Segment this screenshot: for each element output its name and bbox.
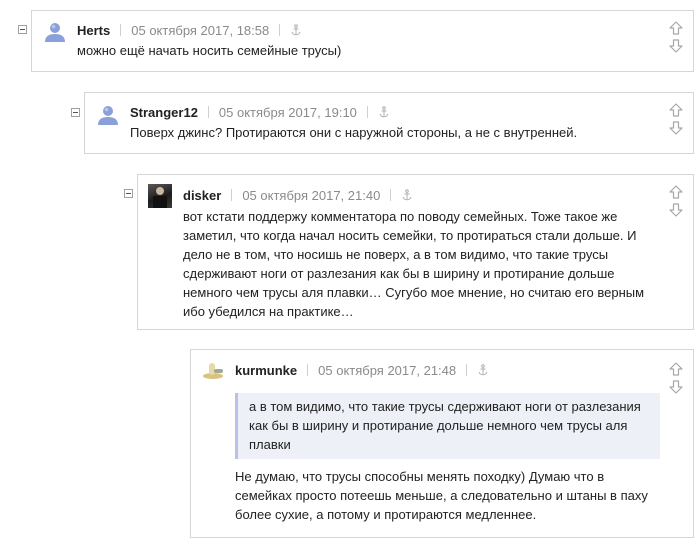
comment-text-body: можно ещё начать носить семейные трусы) bbox=[77, 43, 342, 58]
vote-controls bbox=[669, 185, 683, 223]
comment-kurmunke: kurmunke 05 октября 2017, 21:48 а в том … bbox=[190, 349, 694, 538]
username[interactable]: Herts bbox=[77, 23, 110, 38]
default-user-avatar[interactable] bbox=[96, 103, 120, 127]
anchor-link-icon[interactable] bbox=[290, 24, 302, 36]
collapse-minus-icon[interactable] bbox=[18, 25, 27, 34]
comment-text: Не думаю, что трусы способны менять похо… bbox=[235, 467, 655, 524]
username[interactable]: Stranger12 bbox=[130, 105, 198, 120]
comment-date[interactable]: 05 октября 2017, 19:10 bbox=[219, 105, 357, 120]
comment-date[interactable]: 05 октября 2017, 21:48 bbox=[318, 363, 456, 378]
separator bbox=[307, 364, 309, 376]
quoted-text: а в том видимо, что такие трусы сдержива… bbox=[235, 393, 660, 459]
photo-avatar[interactable] bbox=[148, 184, 172, 208]
anchor-link-icon[interactable] bbox=[477, 364, 489, 376]
anchor-link-icon[interactable] bbox=[378, 106, 390, 118]
collapse-minus-icon[interactable] bbox=[124, 189, 133, 198]
separator bbox=[207, 106, 209, 118]
arrow-down-icon[interactable] bbox=[669, 380, 683, 394]
arrow-down-icon[interactable] bbox=[669, 39, 683, 53]
username[interactable]: kurmunke bbox=[235, 363, 297, 378]
comment-text-body: вот кстати поддержу комментатора по пово… bbox=[183, 209, 645, 319]
anchor-link-icon[interactable] bbox=[401, 189, 413, 201]
comment-disker: disker 05 октября 2017, 21:40 вот кстати… bbox=[137, 174, 694, 330]
comment-stranger12: Stranger12 05 октября 2017, 19:10 Поверх… bbox=[84, 92, 694, 154]
vote-controls bbox=[669, 21, 683, 59]
comment-herts: Herts 05 октября 2017, 18:58 можно ещё н… bbox=[31, 10, 694, 72]
separator bbox=[466, 364, 468, 376]
comment-header: kurmunke 05 октября 2017, 21:48 bbox=[235, 361, 489, 379]
comment-header: Herts 05 октября 2017, 18:58 bbox=[77, 21, 302, 39]
separator bbox=[231, 189, 233, 201]
vote-controls bbox=[669, 103, 683, 141]
arrow-up-icon[interactable] bbox=[669, 362, 683, 376]
comment-date[interactable]: 05 октября 2017, 21:40 bbox=[242, 188, 380, 203]
arrow-up-icon[interactable] bbox=[669, 21, 683, 35]
comment-text-body: Не думаю, что трусы способны менять похо… bbox=[235, 469, 648, 522]
arrow-down-icon[interactable] bbox=[669, 203, 683, 217]
username[interactable]: disker bbox=[183, 188, 221, 203]
comment-text: можно ещё начать носить семейные трусы) bbox=[77, 41, 657, 60]
separator bbox=[279, 24, 281, 36]
separator bbox=[120, 24, 122, 36]
comment-text: Поверх джинс? Протираются они с наружной… bbox=[130, 123, 660, 142]
comment-text: вот кстати поддержу комментатора по пово… bbox=[183, 207, 663, 321]
image-avatar[interactable] bbox=[200, 359, 226, 383]
collapse-minus-icon[interactable] bbox=[71, 108, 80, 117]
comment-text-body: Поверх джинс? Протираются они с наружной… bbox=[130, 125, 578, 140]
default-user-avatar[interactable] bbox=[43, 20, 67, 44]
separator bbox=[366, 106, 368, 118]
separator bbox=[390, 189, 392, 201]
quote-body: а в том видимо, что такие трусы сдержива… bbox=[249, 399, 641, 452]
arrow-up-icon[interactable] bbox=[669, 103, 683, 117]
comment-header: Stranger12 05 октября 2017, 19:10 bbox=[130, 103, 390, 121]
arrow-up-icon[interactable] bbox=[669, 185, 683, 199]
arrow-down-icon[interactable] bbox=[669, 121, 683, 135]
comment-header: disker 05 октября 2017, 21:40 bbox=[183, 186, 413, 204]
comment-date[interactable]: 05 октября 2017, 18:58 bbox=[131, 23, 269, 38]
vote-controls bbox=[669, 362, 683, 400]
